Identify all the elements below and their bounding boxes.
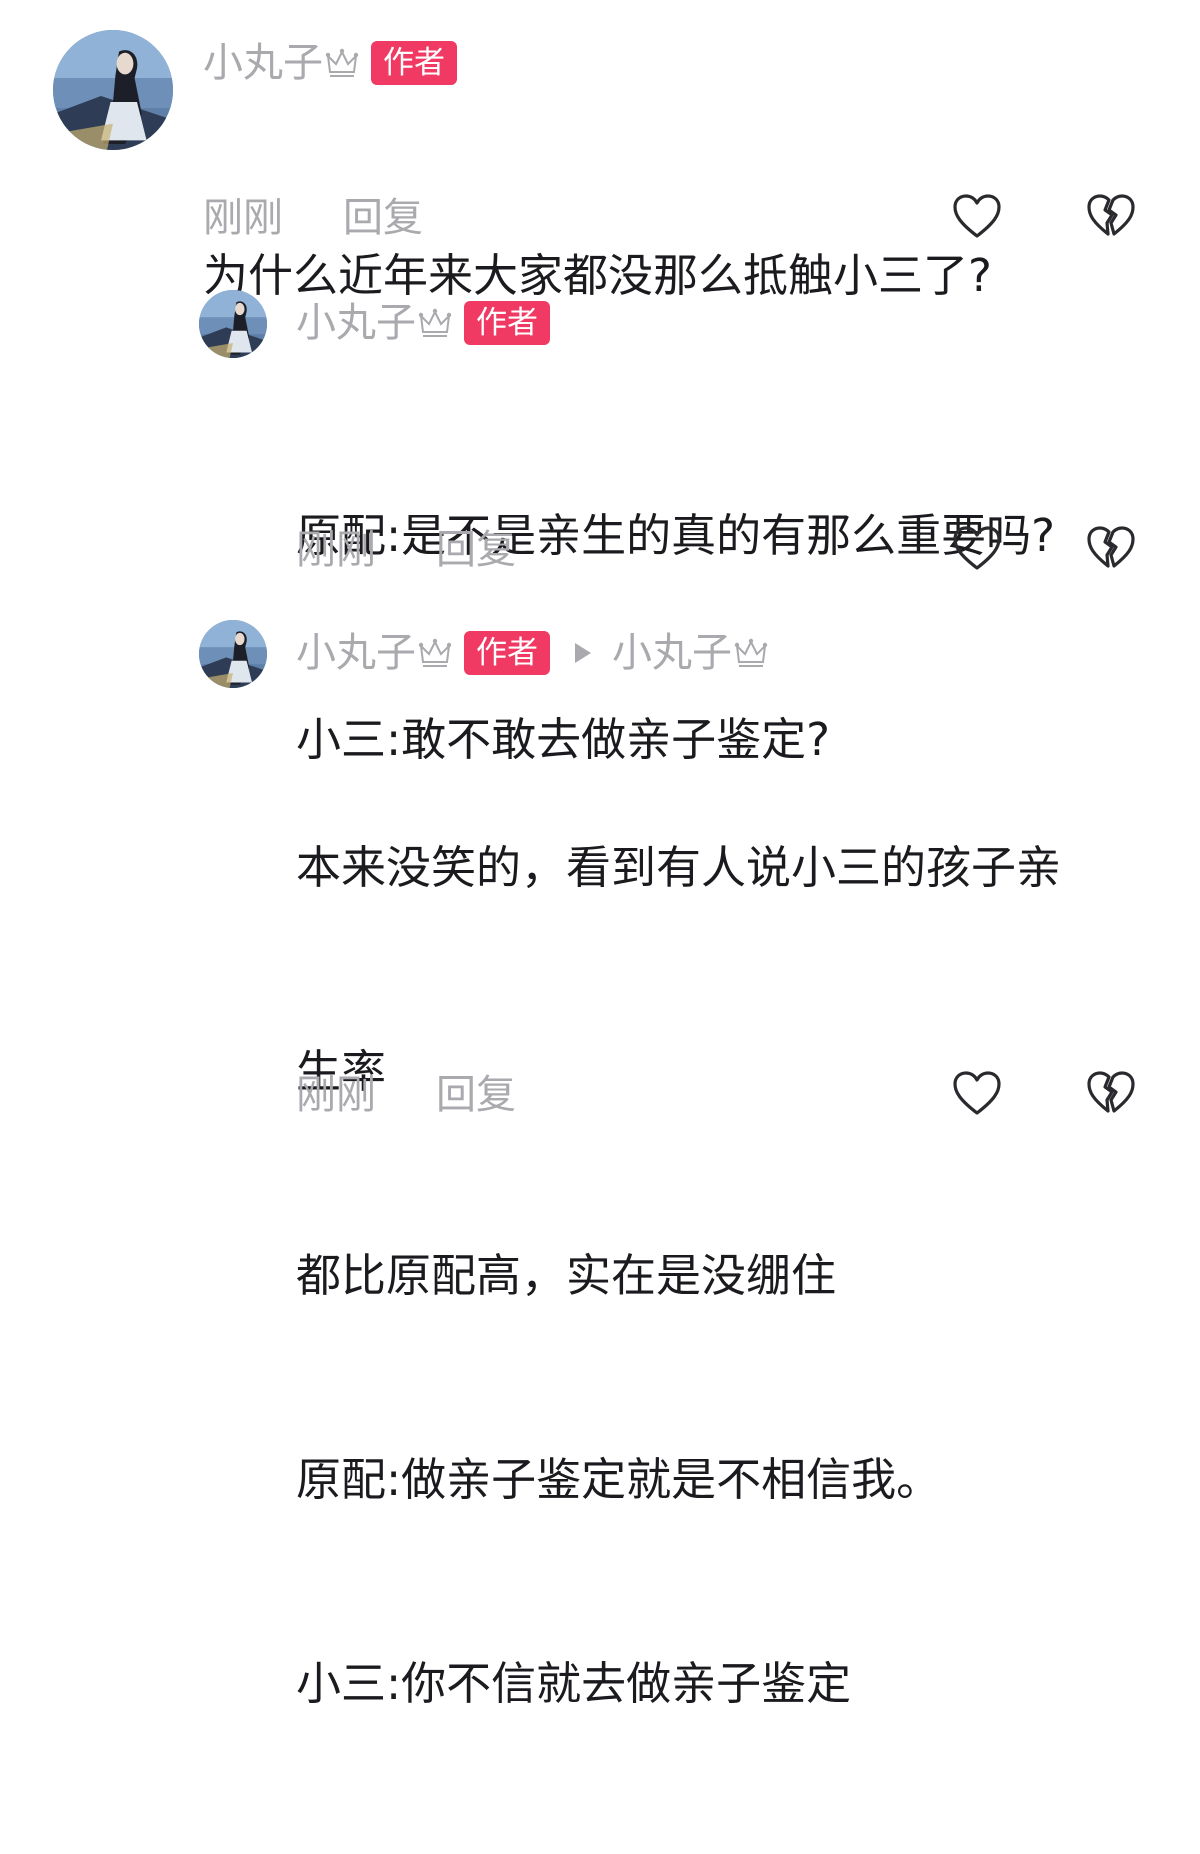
avatar[interactable] xyxy=(53,30,173,150)
heart-icon[interactable] xyxy=(950,190,1004,244)
username[interactable]: 小丸子 xyxy=(296,298,416,348)
comment-header: 小丸子 作者 小丸子 xyxy=(296,628,780,678)
comment-text-line: 都比原配高，实在是没绷住 xyxy=(296,1249,837,1302)
heart-icon[interactable] xyxy=(950,1067,1004,1121)
timestamp: 刚刚 xyxy=(296,1072,376,1118)
comment-meta: 刚刚 回复 xyxy=(296,1070,516,1120)
comment-text: 本来没笑的，看到有人说小三的孩子亲 生率 都比原配高，实在是没绷住 原配:做亲子… xyxy=(296,698,1061,1854)
broken-heart-icon[interactable] xyxy=(1084,1067,1138,1121)
avatar[interactable] xyxy=(199,620,267,688)
crown-icon xyxy=(418,636,452,670)
comment-text-line: 本来没笑的，看到有人说小三的孩子亲 xyxy=(296,841,1062,894)
comment-text-line: 小三:你不信就去做亲子鉴定 xyxy=(296,1657,852,1710)
author-badge: 作者 xyxy=(464,301,550,345)
timestamp: 刚刚 xyxy=(296,527,376,573)
broken-heart-icon[interactable] xyxy=(1084,522,1138,576)
crown-icon xyxy=(418,306,452,340)
username[interactable]: 小丸子 xyxy=(296,628,416,678)
author-badge: 作者 xyxy=(371,41,457,85)
reply-button[interactable]: 回复 xyxy=(436,1070,516,1120)
comment-meta: 刚刚 回复 xyxy=(296,525,516,575)
crown-icon xyxy=(734,636,768,670)
reply-button[interactable]: 回复 xyxy=(343,193,423,243)
comment-header: 小丸子 作者 xyxy=(203,38,457,88)
crown-icon xyxy=(325,46,359,80)
timestamp: 刚刚 xyxy=(203,195,283,241)
reply-to-username[interactable]: 小丸子 xyxy=(612,628,732,678)
author-badge: 作者 xyxy=(464,631,550,675)
comment-text-line: 原配:做亲子鉴定就是不相信我。 xyxy=(296,1453,942,1506)
reply-arrow-icon xyxy=(575,643,591,663)
reply-button[interactable]: 回复 xyxy=(436,525,516,575)
heart-icon[interactable] xyxy=(950,522,1004,576)
comment-meta: 刚刚 回复 xyxy=(203,193,423,243)
comment-header: 小丸子 作者 xyxy=(296,298,550,348)
username[interactable]: 小丸子 xyxy=(203,38,323,88)
avatar[interactable] xyxy=(199,290,267,358)
broken-heart-icon[interactable] xyxy=(1084,190,1138,244)
